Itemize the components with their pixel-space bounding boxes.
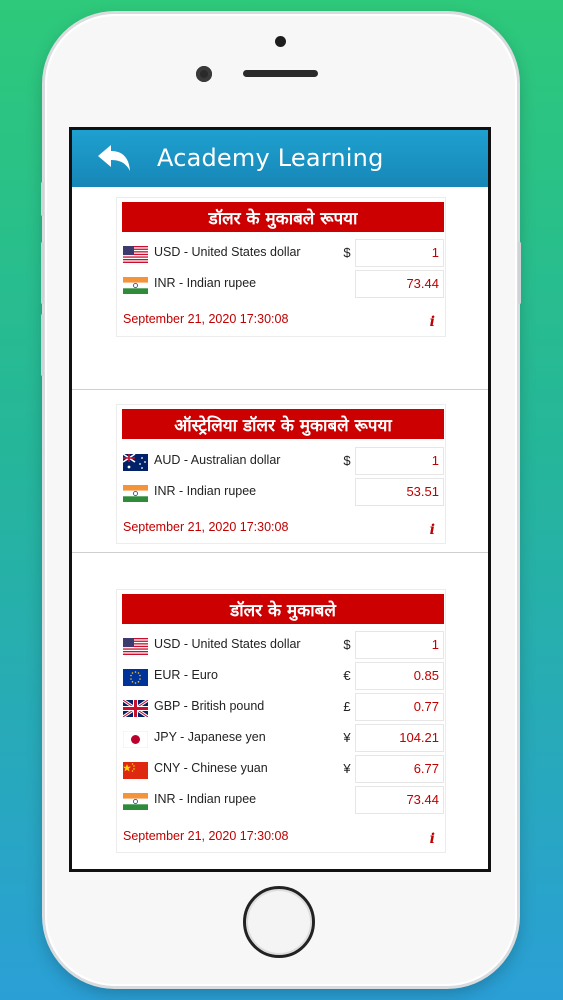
currency-row: JPY - Japanese yen ¥ 104.21 xyxy=(122,724,444,754)
currency-row: USD - United States dollar $ 1 xyxy=(122,239,444,269)
timestamp: September 21, 2020 17:30:08 xyxy=(123,312,289,326)
app-title: Academy Learning xyxy=(157,144,384,172)
au-flag-icon xyxy=(123,454,148,471)
info-icon[interactable]: i xyxy=(430,314,435,330)
currency-row: INR - Indian rupee 73.44 xyxy=(122,786,444,816)
currency-row: INR - Indian rupee 53.51 xyxy=(122,478,444,508)
volume-up-button xyxy=(41,242,44,304)
rate-value-field[interactable]: 1 xyxy=(355,239,444,267)
currency-symbol: € xyxy=(343,668,351,683)
currency-name: EUR - Euro xyxy=(154,668,218,682)
info-icon[interactable]: i xyxy=(430,831,435,847)
currency-row: INR - Indian rupee 73.44 xyxy=(122,270,444,300)
back-arrow-icon[interactable] xyxy=(96,143,132,173)
section-divider xyxy=(72,389,488,390)
rate-value-field[interactable]: 1 xyxy=(355,631,444,659)
currency-symbol: $ xyxy=(343,245,351,260)
rate-value-field[interactable]: 53.51 xyxy=(355,478,444,506)
card-title: ऑस्ट्रेलिया डॉलर के मुकाबले रूपया xyxy=(122,409,444,439)
currency-symbol: $ xyxy=(343,637,351,652)
currency-name: GBP - British pound xyxy=(154,699,265,713)
currency-name: CNY - Chinese yuan xyxy=(154,761,268,775)
timestamp: September 21, 2020 17:30:08 xyxy=(123,829,289,843)
cn-flag-icon xyxy=(123,762,148,779)
in-flag-icon xyxy=(123,485,148,502)
rate-value-field[interactable]: 0.77 xyxy=(355,693,444,721)
earpiece-speaker xyxy=(243,70,318,77)
rate-value-field[interactable]: 73.44 xyxy=(355,786,444,814)
currency-name: INR - Indian rupee xyxy=(154,792,257,806)
currency-symbol: $ xyxy=(343,453,351,468)
in-flag-icon xyxy=(123,793,148,810)
rate-value-field[interactable]: 6.77 xyxy=(355,755,444,783)
jp-flag-icon xyxy=(123,731,148,748)
us-flag-icon xyxy=(123,246,148,263)
currency-row: EUR - Euro € 0.85 xyxy=(122,662,444,692)
currency-symbol: ¥ xyxy=(343,730,351,745)
currency-name: USD - United States dollar xyxy=(154,245,301,259)
currency-name: INR - Indian rupee xyxy=(154,276,257,290)
us-flag-icon xyxy=(123,638,148,655)
proximity-sensor xyxy=(275,36,286,47)
currency-name: JPY - Japanese yen xyxy=(154,730,266,744)
currency-row: AUD - Australian dollar $ 1 xyxy=(122,447,444,477)
eu-flag-icon xyxy=(123,669,148,686)
timestamp: September 21, 2020 17:30:08 xyxy=(123,520,289,534)
in-flag-icon xyxy=(123,277,148,294)
currency-name: INR - Indian rupee xyxy=(154,484,257,498)
info-icon[interactable]: i xyxy=(430,522,435,538)
currency-symbol: ¥ xyxy=(343,761,351,776)
gb-flag-icon xyxy=(123,700,148,717)
rate-value-field[interactable]: 73.44 xyxy=(355,270,444,298)
section-divider xyxy=(72,552,488,553)
app-bar: Academy Learning xyxy=(72,130,488,187)
currency-symbol: £ xyxy=(343,699,351,714)
rate-card-aud-inr: ऑस्ट्रेलिया डॉलर के मुकाबले रूपया AUD - … xyxy=(116,404,446,544)
rate-value-field[interactable]: 104.21 xyxy=(355,724,444,752)
currency-name: USD - United States dollar xyxy=(154,637,301,651)
currency-row: GBP - British pound £ 0.77 xyxy=(122,693,444,723)
rate-value-field[interactable]: 1 xyxy=(355,447,444,475)
rate-card-usd-inr: डॉलर के मुकाबले रूपया USD - United State… xyxy=(116,197,446,337)
currency-row: CNY - Chinese yuan ¥ 6.77 xyxy=(122,755,444,785)
app-screen: Academy Learning डॉलर के मुकाबले रूपया U… xyxy=(69,127,491,872)
power-button xyxy=(518,242,521,304)
home-button[interactable] xyxy=(243,886,315,958)
mute-switch xyxy=(41,182,44,216)
front-camera xyxy=(196,66,212,82)
card-title: डॉलर के मुकाबले xyxy=(122,594,444,624)
currency-row: USD - United States dollar $ 1 xyxy=(122,631,444,661)
rate-card-usd-multi: डॉलर के मुकाबले USD - United States doll… xyxy=(116,589,446,853)
rate-value-field[interactable]: 0.85 xyxy=(355,662,444,690)
card-title: डॉलर के मुकाबले रूपया xyxy=(122,202,444,232)
currency-name: AUD - Australian dollar xyxy=(154,453,281,467)
volume-down-button xyxy=(41,314,44,376)
